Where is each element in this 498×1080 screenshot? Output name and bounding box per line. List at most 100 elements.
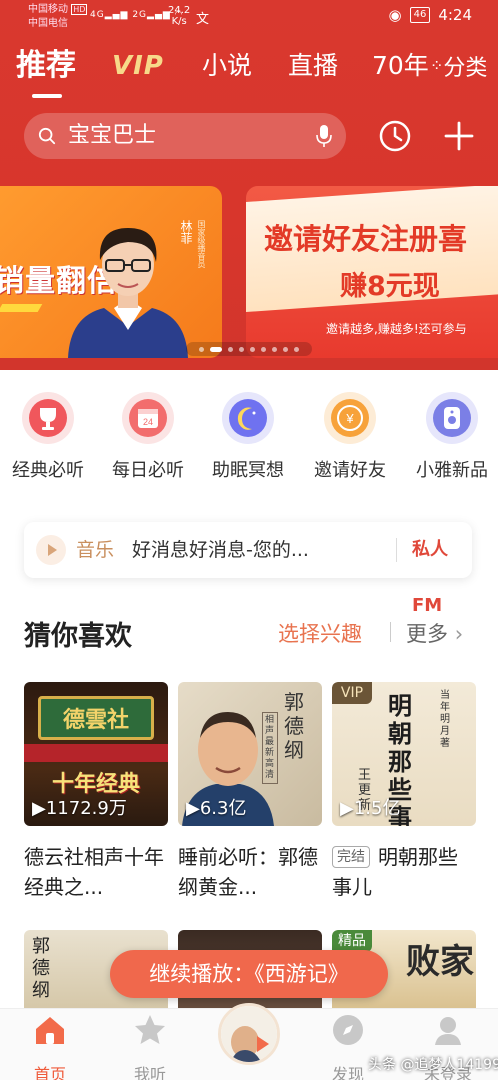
app-screen: 中国移动 HD 中国电信 4G▂▄▆ 2G▂▄▆ ◠ 24.2 K/s 文 ◉ …	[0, 0, 498, 1080]
search-input[interactable]: 宝宝巴士	[68, 113, 156, 159]
shortcut-classic[interactable]: 经典必听	[0, 392, 98, 482]
cover-author: 当年明月 著	[440, 690, 450, 749]
more-label: 更多	[406, 622, 448, 646]
music-card[interactable]: 音乐 好消息好消息-您的... 私人FM	[24, 522, 472, 616]
net-type-2: 2G	[132, 10, 148, 20]
carousel-dot[interactable]	[210, 346, 222, 352]
section-title: 猜你喜欢	[24, 621, 132, 652]
quality-badge: 精品	[332, 930, 372, 952]
album-cover[interactable]: 郭德纲 相声最新高清 ▶6.3亿	[178, 682, 322, 826]
album-card[interactable]: 德雲社 十年经典 ▶1172.9万 德云社相声十年经典之...	[24, 682, 168, 902]
tab-vip[interactable]: VIP	[112, 44, 164, 88]
vip-badge: VIP	[332, 682, 372, 704]
microphone-icon[interactable]	[316, 124, 332, 148]
music-title[interactable]: 好消息好消息-您的...	[132, 522, 309, 578]
star-icon	[135, 1015, 165, 1044]
carousel-dot[interactable]	[272, 346, 277, 352]
banner-carousel[interactable]: 销量翻倍 林菲 国家级播音员 邀请好友注册喜 赚8元现 邀请越多,赚越多!还可参…	[0, 186, 498, 358]
now-playing-disc[interactable]	[218, 1003, 280, 1065]
play-count: ▶6.3亿	[186, 798, 247, 819]
play-icon[interactable]	[36, 535, 66, 565]
battery-icon: 46	[409, 7, 431, 23]
calendar-icon: 24	[129, 399, 167, 437]
shortcut-label: 每日必听	[112, 460, 184, 481]
carousel-dot[interactable]	[228, 346, 233, 352]
compass-icon	[333, 1015, 363, 1045]
shortcut-daily[interactable]: 24 每日必听	[98, 392, 198, 482]
svg-text:¥: ¥	[345, 411, 354, 426]
hd-tag: HD	[71, 4, 88, 15]
album-title[interactable]: 德云社相声十年经典之...	[24, 842, 168, 902]
tab-live[interactable]: 直播	[288, 44, 338, 88]
album-title[interactable]: 睡前必听：郭德纲黄金...	[178, 842, 322, 902]
nav-home[interactable]: 首页	[10, 1013, 90, 1080]
tab-70-years[interactable]: 70年	[372, 44, 429, 88]
album-cover[interactable]: 德雲社 十年经典 ▶1172.9万	[24, 682, 168, 826]
music-category: 音乐	[76, 539, 115, 561]
presenter-name: 林菲	[179, 220, 193, 244]
play-count: ▶1.5亿	[340, 798, 401, 819]
carrier-2: 中国电信	[28, 18, 68, 29]
tab-novel[interactable]: 小说	[202, 44, 252, 88]
shortcut-label: 助眠冥想	[212, 460, 284, 481]
active-tab-indicator	[32, 94, 62, 98]
shortcut-label: 邀请好友	[314, 460, 386, 481]
album-art-icon	[221, 1006, 277, 1062]
shortcut-circle	[426, 392, 478, 444]
history-clock-icon[interactable]	[378, 119, 412, 153]
search-icon	[38, 127, 56, 145]
carousel-indicator	[186, 342, 312, 356]
yen-coin-icon: ¥	[331, 399, 369, 437]
carousel-dot[interactable]	[250, 346, 255, 352]
shortcut-label: 经典必听	[12, 460, 84, 481]
shortcut-circle: ¥	[324, 392, 376, 444]
svg-text:24: 24	[143, 417, 153, 427]
carousel-dot[interactable]	[239, 346, 244, 352]
carousel-dot[interactable]	[294, 346, 299, 352]
cover-title: 败家	[406, 942, 474, 982]
tab-recommend[interactable]: 推荐	[16, 44, 76, 88]
shortcut-circle	[22, 392, 74, 444]
home-icon	[36, 1017, 64, 1044]
shortcut-invite[interactable]: ¥ 邀请好友	[300, 392, 400, 482]
search-bar[interactable]: 宝宝巴士	[24, 113, 346, 159]
banner-right-subtitle: 赚8元现	[340, 271, 440, 302]
cover-title: 郭德纲	[32, 936, 50, 1001]
banner-slide-right[interactable]: 邀请好友注册喜 赚8元现 邀请越多,赚越多!还可参与	[246, 186, 498, 358]
cover-title: 郭德纲	[284, 690, 304, 762]
cover-ribbon	[24, 744, 168, 762]
watermark-text: 头条 @追梦人141991	[368, 1057, 498, 1073]
nav-listen[interactable]: 我听	[110, 1013, 190, 1080]
plus-icon[interactable]	[442, 119, 476, 153]
carousel-dot[interactable]	[283, 346, 288, 352]
shortcut-circle: 24	[122, 392, 174, 444]
album-title[interactable]: 完结 明朝那些事儿	[332, 842, 476, 902]
speed-unit: K/s	[171, 16, 187, 27]
category-dots-icon: ⁘	[430, 56, 444, 75]
network-speed: 24.2 K/s	[168, 5, 190, 27]
banner-right-note: 邀请越多,赚越多!还可参与	[326, 322, 467, 336]
clock-time: 4:24	[438, 6, 472, 24]
divider	[396, 538, 397, 562]
tab-category-label: 分类	[443, 56, 488, 81]
carousel-dot[interactable]	[261, 346, 266, 352]
album-card[interactable]: 郭德纲 相声最新高清 ▶6.3亿 睡前必听：郭德纲黄金...	[178, 682, 322, 902]
carousel-dot[interactable]	[199, 346, 204, 352]
top-tabs: 推荐 VIP 小说 直播 70年 ⁘分类	[0, 44, 498, 100]
shortcut-sleep[interactable]: 助眠冥想	[198, 392, 298, 482]
shortcut-xiaoya[interactable]: 小雅新品	[402, 392, 498, 482]
tab-category[interactable]: ⁘分类	[430, 44, 487, 91]
album-card[interactable]: VIP 明朝那些事儿 当年明月 著 王更新 ▶1.5亿 完结明朝那些事儿	[332, 682, 476, 902]
status-bar: 中国移动 HD 中国电信 4G▂▄▆ 2G▂▄▆ ◠ 24.2 K/s 文 ◉ …	[0, 0, 498, 36]
carrier-info: 中国移动 HD 中国电信	[28, 3, 88, 31]
choose-interest-link[interactable]: 选择兴趣	[278, 618, 362, 648]
banner-right-title: 邀请好友注册喜	[264, 222, 468, 256]
nav-label: 我听	[133, 1065, 166, 1080]
status-right: ◉ 46 4:24	[388, 6, 472, 24]
banner-slide-left[interactable]: 销量翻倍 林菲 国家级播音员	[0, 186, 222, 358]
more-link[interactable]: 更多 ›	[406, 618, 463, 648]
album-cover[interactable]: VIP 明朝那些事儿 当年明月 著 王更新 ▶1.5亿	[332, 682, 476, 826]
resume-playback-button[interactable]: 继续播放：《西游记》	[110, 950, 388, 998]
chevron-right-icon: ›	[454, 622, 464, 646]
play-count: ▶1172.9万	[32, 798, 127, 819]
